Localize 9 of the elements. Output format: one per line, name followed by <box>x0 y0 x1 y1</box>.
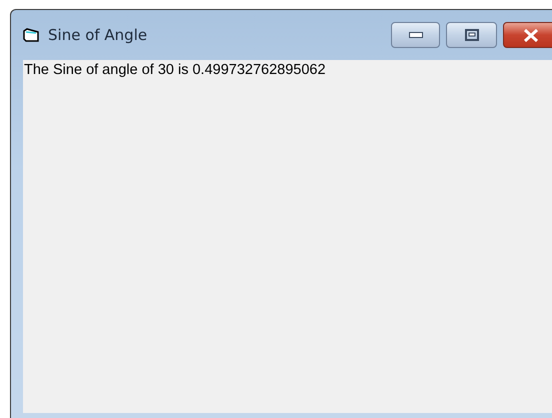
window-title: Sine of Angle <box>48 26 148 44</box>
window-icon <box>23 28 40 42</box>
maximize-button[interactable] <box>446 22 497 48</box>
close-button[interactable] <box>503 22 552 48</box>
close-icon <box>523 28 539 42</box>
result-text: The Sine of angle of 30 is 0.499732762895062 <box>24 62 327 78</box>
minimize-button[interactable] <box>391 22 440 48</box>
restore-icon <box>464 29 478 41</box>
minimize-icon <box>408 32 422 38</box>
